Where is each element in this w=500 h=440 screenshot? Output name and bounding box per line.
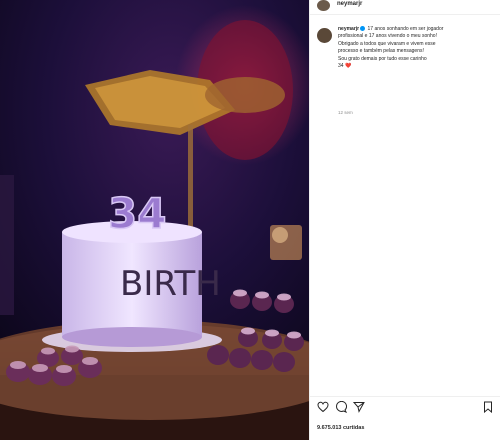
birthday-cake-photo: 34 BIRTH — [0, 0, 309, 440]
caption-text: neymarjr 17 anos sonhando em ser jogador… — [338, 26, 493, 70]
caption-line-3: Obrigado a todos que vivaram e vivem ess… — [338, 40, 436, 47]
author-avatar-small[interactable] — [317, 0, 330, 11]
post-photo[interactable]: 34 BIRTH — [0, 0, 309, 440]
comment-icon[interactable] — [335, 401, 347, 413]
caption-line-2: profissional e 17 anos vivendo o meu son… — [338, 33, 437, 40]
author-handle[interactable]: neymarjr — [338, 26, 359, 32]
verified-icon — [360, 26, 366, 31]
post-header: neymarjr — [310, 0, 500, 15]
heart-icon[interactable] — [317, 401, 329, 413]
bookmark-icon[interactable] — [482, 401, 494, 413]
author-avatar[interactable] — [317, 28, 332, 43]
post-details-panel: neymarjr neymarjr 17 anos sonhando em se… — [309, 0, 500, 440]
cake-text: BIRTH — [120, 264, 221, 304]
post-timestamp: 12 sem — [338, 110, 353, 115]
caption-line-1: 17 anos sonhando em ser jogador — [367, 26, 444, 32]
post-actions-bar — [310, 396, 500, 417]
caption-line-5: Sou grato demais por tudo esse carinho — [338, 55, 427, 62]
likes-count[interactable]: 9.675.013 curtidas — [317, 425, 364, 431]
cake-topper-number: 34 — [108, 189, 166, 238]
share-icon[interactable] — [353, 401, 365, 413]
instagram-post-view: 34 BIRTH neymarjr neymarjr 17 anos sonha… — [0, 0, 500, 440]
author-handle-header[interactable]: neymarjr — [337, 0, 362, 8]
caption-line-4: processo e também pelas mensagens! — [338, 48, 424, 55]
caption-line-6: 34 ❤️ — [338, 63, 352, 70]
